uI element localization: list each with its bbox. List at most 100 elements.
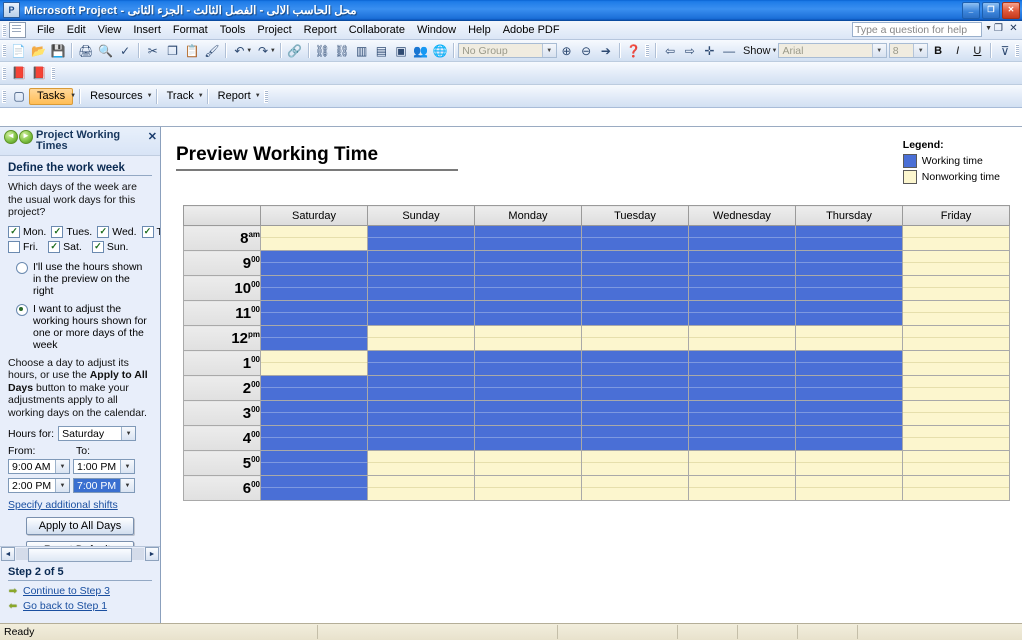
working-time-block[interactable] [475,413,581,425]
working-time-block[interactable] [475,288,581,300]
calendar-cell[interactable] [581,300,689,326]
menu-item-edit[interactable]: Edit [61,23,92,37]
calendar-cell[interactable] [688,275,796,301]
calendar-cell[interactable] [367,400,475,426]
nonworking-time-block[interactable] [582,463,688,475]
working-time-block[interactable] [261,388,367,400]
calendar-cell[interactable] [367,425,475,451]
outdent-icon[interactable]: ⇦ [660,41,680,60]
working-time-block[interactable] [689,351,795,363]
working-time-block[interactable] [261,476,367,488]
calendar-cell[interactable] [260,250,368,276]
nonworking-time-block[interactable] [903,351,1009,363]
working-time-block[interactable] [368,301,474,313]
font-name-combo[interactable]: Arial ▼ [778,43,887,58]
calendar-cell[interactable] [902,250,1010,276]
calendar-cell[interactable] [902,350,1010,376]
working-time-block[interactable] [689,401,795,413]
open-folder-icon[interactable]: 📂 [29,41,49,60]
hide-subtasks-icon[interactable]: ― [719,41,739,60]
nonworking-time-block[interactable] [796,326,902,338]
nonworking-time-block[interactable] [903,301,1009,313]
italic-button[interactable]: I [948,41,968,60]
working-time-block[interactable] [689,313,795,325]
nonworking-time-block[interactable] [475,338,581,350]
calendar-cell[interactable] [902,375,1010,401]
working-time-block[interactable] [689,251,795,263]
working-time-block[interactable] [368,313,474,325]
calendar-cell[interactable] [260,225,368,251]
calendar-day-header-thursday[interactable]: Thursday [795,205,903,226]
working-time-block[interactable] [261,426,367,438]
working-time-block[interactable] [261,438,367,450]
link-tasks-icon[interactable]: ⛓ [313,41,333,60]
scrollbar-track[interactable] [16,548,144,562]
nonworking-time-block[interactable] [368,476,474,488]
working-time-block[interactable] [689,388,795,400]
calendar-cell[interactable] [260,450,368,476]
calendar-day-header-wednesday[interactable]: Wednesday [688,205,796,226]
document-close-button[interactable]: ✕ [1008,23,1019,34]
working-time-block[interactable] [582,238,688,250]
calendar-cell[interactable] [581,275,689,301]
custom-toolbar-drag-handle[interactable] [2,66,6,80]
calendar-cell[interactable] [260,350,368,376]
scrollbar-thumb[interactable] [28,548,132,562]
working-time-block[interactable] [689,413,795,425]
chevron-down-icon[interactable]: ▼ [55,479,69,492]
nonworking-time-block[interactable] [582,338,688,350]
working-time-block[interactable] [261,251,367,263]
working-time-block[interactable] [368,251,474,263]
checkbox-wednesday-box[interactable]: ✓ [97,225,110,238]
help-search-input[interactable]: Type a question for help [852,22,982,37]
working-time-block[interactable] [582,426,688,438]
specify-additional-shifts-link[interactable]: Specify additional shifts [8,499,152,511]
working-time-block[interactable] [582,288,688,300]
nonworking-time-block[interactable] [903,438,1009,450]
assign-resources-icon[interactable]: 👥 [411,41,431,60]
nonworking-time-block[interactable] [903,363,1009,375]
nonworking-time-block[interactable] [368,326,474,338]
working-time-block[interactable] [689,438,795,450]
nonworking-time-block[interactable] [903,288,1009,300]
indent-icon[interactable]: ⇨ [680,41,700,60]
checkbox-tuesday-box[interactable]: ✓ [51,225,64,238]
checkbox-monday[interactable]: ✓ Mon. [8,225,46,238]
calendar-cell[interactable] [902,475,1010,501]
working-time-block[interactable] [796,401,902,413]
working-time-block[interactable] [475,276,581,288]
nonworking-time-block[interactable] [368,451,474,463]
nonworking-time-block[interactable] [368,488,474,500]
nonworking-time-block[interactable] [689,451,795,463]
working-time-block[interactable] [261,451,367,463]
radio-adjust-hours[interactable]: I want to adjust the working hours shown… [8,303,152,351]
menu-item-insert[interactable]: Insert [127,23,167,37]
working-time-block[interactable] [368,413,474,425]
working-time-block[interactable] [261,301,367,313]
checkbox-sunday-box[interactable]: ✓ [91,240,104,253]
working-time-block[interactable] [796,288,902,300]
radio-use-preview-hours[interactable]: I'll use the hours shown in the preview … [8,261,152,297]
nonworking-time-block[interactable] [261,238,367,250]
nonworking-time-block[interactable] [903,376,1009,388]
calendar-cell[interactable] [902,450,1010,476]
working-time-block[interactable] [475,226,581,238]
working-time-block[interactable] [796,426,902,438]
calendar-cell[interactable] [581,325,689,351]
working-time-block[interactable] [261,413,367,425]
menu-item-adobe-pdf[interactable]: Adobe PDF [497,23,566,37]
calendar-cell[interactable] [260,325,368,351]
document-restore-button[interactable]: ❐ [993,23,1004,34]
nonworking-time-block[interactable] [903,388,1009,400]
calendar-cell[interactable] [581,425,689,451]
calendar-day-header-tuesday[interactable]: Tuesday [581,205,689,226]
working-time-block[interactable] [368,388,474,400]
copy-icon[interactable]: ❐ [163,41,183,60]
calendar-cell[interactable] [902,425,1010,451]
calendar-cell[interactable] [688,250,796,276]
checkbox-sunday[interactable]: ✓ Sun. [91,240,128,253]
spelling-check-icon[interactable]: ✓ [115,41,135,60]
nonworking-time-block[interactable] [903,251,1009,263]
calendar-cell[interactable] [795,375,903,401]
calendar-day-header-friday[interactable]: Friday [902,205,1010,226]
